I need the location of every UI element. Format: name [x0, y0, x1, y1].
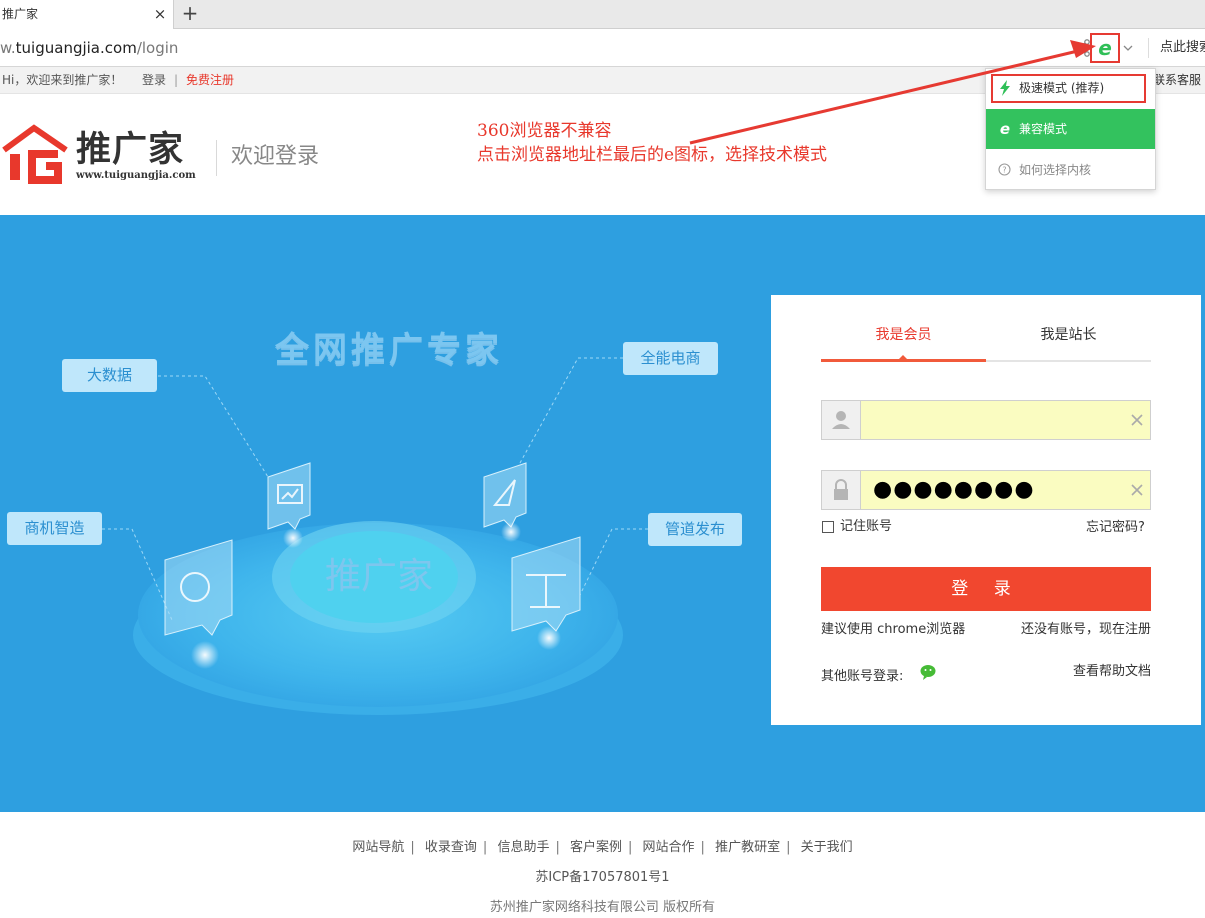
menu-item-choose-engine[interactable]: 如何选择内核 [1019, 155, 1091, 185]
close-icon[interactable]: × [150, 0, 170, 28]
ie-icon: e [1000, 120, 1010, 136]
login-link[interactable]: 登录 [142, 67, 166, 93]
annotation-line-2: 点击浏览器地址栏最后的e图标，选择技术模式 [477, 145, 828, 165]
url-path: /login [136, 39, 179, 57]
remember-checkbox[interactable] [822, 521, 834, 533]
lightning-icon [1000, 80, 1010, 96]
user-icon [821, 400, 861, 440]
tab-site-owner[interactable]: 我是站长 [986, 320, 1151, 360]
register-link[interactable]: 免费注册 [186, 67, 234, 93]
address-bar [0, 29, 1205, 67]
tag-pipeline-publish: 管道发布 [648, 513, 742, 546]
new-tab-button[interactable]: + [180, 1, 200, 27]
footer-separator: | [628, 840, 633, 855]
tab-caret [898, 355, 908, 360]
other-login-label: 其他账号登录: [821, 669, 904, 684]
topbar-separator: | [174, 73, 179, 87]
annotation-line-1: 360浏览器不兼容 [477, 121, 612, 141]
menu-item-speed-mode-label[interactable]: 极速模式 (推荐) [1019, 74, 1104, 103]
url-field[interactable]: w.tuiguangjia.com/login [0, 38, 178, 58]
header-divider [216, 140, 217, 176]
username-input[interactable] [861, 400, 1151, 440]
ie-mode-icon[interactable]: e [1094, 37, 1116, 59]
footer-separator: | [482, 840, 488, 855]
footer-nav: 网站导航 | 收录查询 | 信息助手 | 客户案例 | 网站合作 | 推广教研室 | 关于我… [0, 838, 1205, 858]
greeting-text: Hi，欢迎来到推广家！ [2, 73, 123, 87]
footer-separator: | [786, 840, 791, 855]
url-prefix: w. [0, 39, 16, 57]
browser-tab[interactable]: 推广家 [0, 0, 174, 29]
banner-slogan: 全网推广专家 [275, 330, 503, 370]
tab-member[interactable]: 我是会员 [821, 320, 986, 360]
svg-text:e: e [1098, 37, 1112, 59]
footer-link-index-query[interactable]: 收录查询 [425, 840, 477, 855]
logo-title: 推广家 [76, 130, 185, 170]
lock-icon [821, 470, 861, 510]
copyright-text: 苏州推广家网络科技有限公司 版权所有 [489, 900, 716, 915]
menu-item-compat-mode-label[interactable]: 兼容模式 [1019, 109, 1067, 149]
question-icon: ? [998, 163, 1011, 176]
password-input[interactable]: ●●●●●●●● [861, 470, 1151, 510]
wechat-icon[interactable] [920, 664, 939, 681]
tag-business-making: 商机智造 [7, 512, 102, 545]
remember-label[interactable]: 记住账号 [840, 518, 892, 536]
tag-ecommerce: 全能电商 [623, 342, 718, 375]
url-host: tuiguangjia.com [15, 39, 137, 57]
help-doc-link[interactable]: 查看帮助文档 [1073, 662, 1151, 682]
login-button[interactable]: 登 录 [821, 567, 1151, 611]
svg-text:?: ? [1002, 166, 1006, 175]
tag-big-data: 大数据 [62, 359, 157, 392]
footer-link-site-nav[interactable]: 网站导航 [352, 840, 404, 855]
footer-separator: | [700, 840, 705, 855]
browser-tab-title: 推广家 [2, 7, 39, 21]
clear-icon[interactable] [1130, 483, 1144, 497]
page-title: 欢迎登录 [231, 144, 320, 169]
footer-separator: | [410, 840, 415, 855]
footer-link-research[interactable]: 推广教研室 [715, 840, 780, 855]
logo-url: www.tuiguangjia.com [76, 170, 196, 181]
svg-text:e: e [1000, 120, 1010, 136]
chevron-down-icon[interactable] [1122, 42, 1134, 54]
icp-record[interactable]: 苏ICP备17057801号1 [0, 868, 1205, 888]
footer-link-info-assistant[interactable]: 信息助手 [497, 840, 549, 855]
logo-house-icon[interactable] [0, 124, 72, 184]
footer-link-partners[interactable]: 网站合作 [643, 840, 695, 855]
footer-link-cases[interactable]: 客户案例 [570, 840, 622, 855]
customer-service-link[interactable]: 联系客服 [1153, 67, 1201, 93]
signup-link[interactable]: 还没有账号，现在注册 [1021, 620, 1151, 640]
clear-icon[interactable] [1130, 413, 1144, 427]
footer-separator: | [555, 840, 560, 855]
address-divider [1148, 38, 1149, 58]
forgot-password-link[interactable]: 忘记密码? [1086, 519, 1145, 537]
footer-link-about[interactable]: 关于我们 [801, 840, 853, 855]
browser-tip: 建议使用 chrome浏览器 [821, 622, 966, 637]
search-hint[interactable]: 点此搜索 [1160, 38, 1205, 58]
platform-center-text: 推广家 [325, 556, 434, 597]
